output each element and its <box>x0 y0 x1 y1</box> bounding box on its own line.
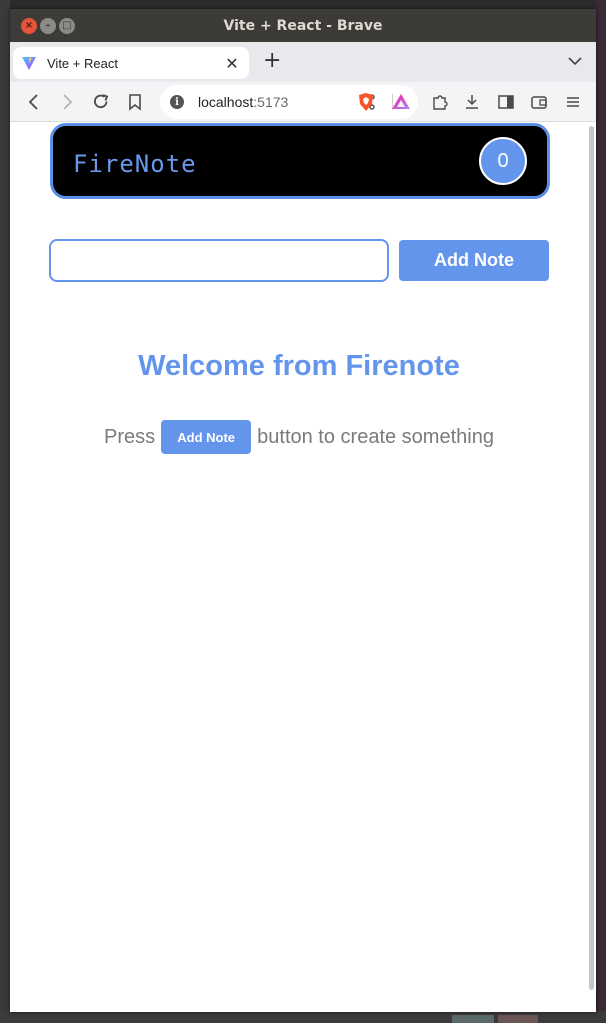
puzzle-icon[interactable] <box>430 92 450 112</box>
tab-list-dropdown-icon[interactable] <box>568 54 582 70</box>
reload-icon[interactable] <box>91 92 111 112</box>
taskbar-item[interactable] <box>452 1015 494 1023</box>
brave-rewards-icon[interactable] <box>391 92 411 112</box>
app-header: FireNote 0 <box>50 123 550 199</box>
tab-strip: Vite + React ✕ + <box>10 42 596 82</box>
note-input[interactable] <box>49 239 389 282</box>
url-host: localhost <box>198 94 254 110</box>
hint-add-note-button[interactable]: Add Note <box>161 420 252 454</box>
brave-shields-icon[interactable] <box>356 92 376 112</box>
welcome-heading: Welcome from Firenote <box>138 350 460 382</box>
vite-logo-icon <box>22 57 36 70</box>
address-bar[interactable]: i localhost:5173 <box>160 85 418 119</box>
navigation-toolbar: i localhost:5173 <box>10 82 596 122</box>
page-content: FireNote 0 Add Note Welcome from Firenot… <box>10 122 596 1012</box>
page-scrollbar[interactable] <box>589 126 594 990</box>
wallet-icon[interactable] <box>529 92 549 112</box>
hamburger-icon[interactable] <box>563 92 583 112</box>
desktop-left-edge <box>0 0 10 1023</box>
bookmark-icon[interactable] <box>125 92 145 112</box>
url-port: :5173 <box>253 94 289 110</box>
download-icon[interactable] <box>462 92 482 112</box>
tab-title: Vite + React <box>47 55 118 71</box>
hint-suffix: button to create something <box>257 425 494 448</box>
title-bar[interactable]: × – □ Vite + React - Brave <box>10 9 596 42</box>
window-title: Vite + React - Brave <box>223 17 383 34</box>
sidebar-icon[interactable] <box>496 92 516 112</box>
add-note-button[interactable]: Add Note <box>399 240 549 281</box>
desktop-right-edge <box>596 0 606 1023</box>
site-info-icon[interactable]: i <box>170 95 184 109</box>
taskbar-item[interactable] <box>498 1015 538 1023</box>
hint-prefix: Press <box>104 425 156 448</box>
browser-window: × – □ Vite + React - Brave Vite + React … <box>10 9 596 1012</box>
hint-text: Press Add Note button to create somethin… <box>10 420 588 454</box>
new-tab-button[interactable]: + <box>263 42 281 82</box>
url-text[interactable]: localhost:5173 <box>198 94 288 110</box>
tab-vite-react[interactable]: Vite + React ✕ <box>13 47 249 79</box>
note-count-badge: 0 <box>479 137 527 185</box>
close-tab-icon[interactable]: ✕ <box>223 54 241 73</box>
forward-icon[interactable] <box>57 92 77 112</box>
back-icon[interactable] <box>24 92 44 112</box>
app-brand: FireNote <box>73 150 197 178</box>
